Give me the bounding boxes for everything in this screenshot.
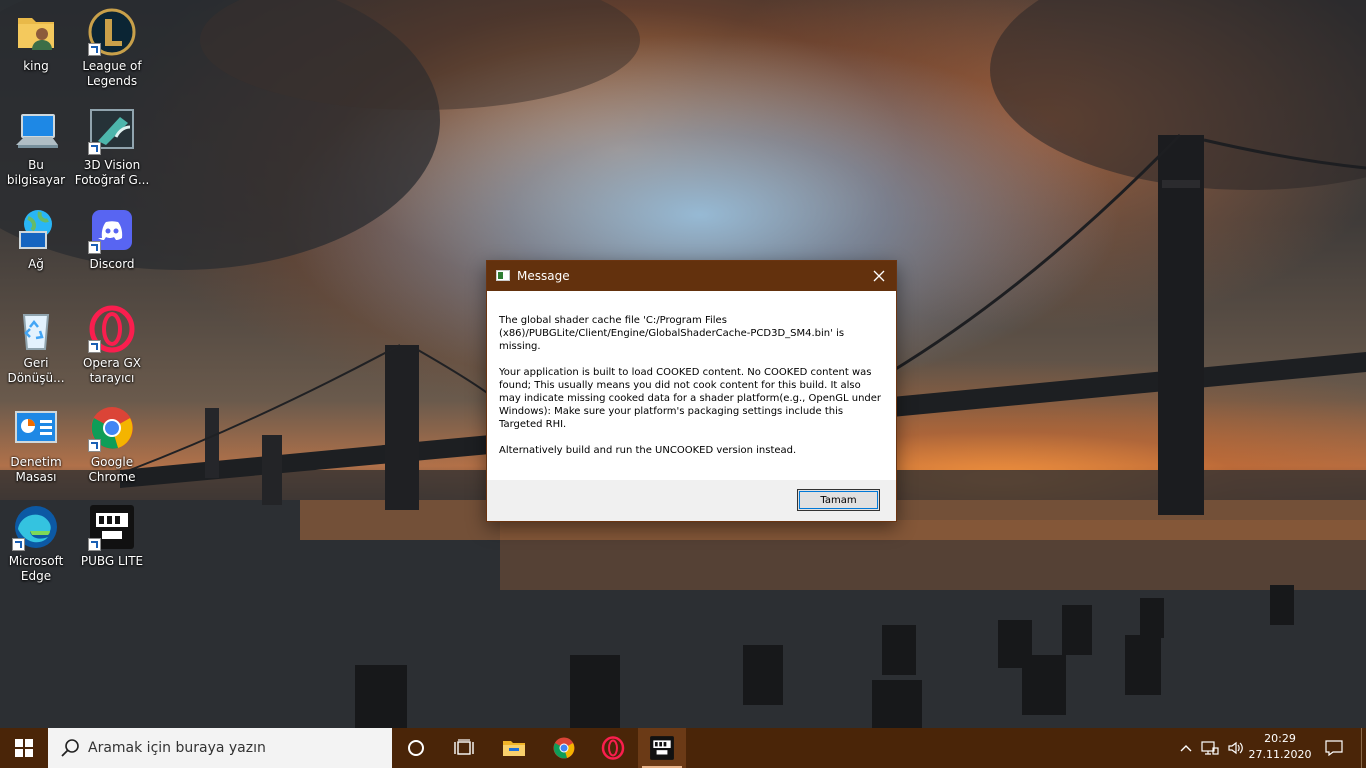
desktop-icon-discord[interactable]: Discord [74, 206, 150, 272]
desktop-icon-label: king [23, 59, 49, 73]
pubg-lite-icon [650, 736, 674, 760]
notification-icon [1325, 740, 1343, 756]
desktop-icon-label: Google Chrome [88, 455, 136, 484]
desktop-icon-recycle-bin[interactable]: Geri Dönüşü... [0, 305, 74, 386]
desktop-icon-this-pc[interactable]: Bu bilgisayar [0, 107, 74, 188]
app-window-icon [496, 270, 510, 281]
network-wired-icon [1201, 741, 1219, 755]
shortcut-arrow-icon [88, 241, 101, 254]
volume-tray-button[interactable] [1224, 728, 1248, 768]
shortcut-arrow-icon [88, 340, 101, 353]
desktop-icon-label: Opera GX tarayıcı [82, 356, 142, 385]
chevron-up-icon [1180, 745, 1192, 752]
show-hidden-icons-button[interactable] [1176, 728, 1196, 768]
desktop-icon-label: Bu bilgisayar [6, 158, 66, 187]
message-dialog: Message The global shader cache file 'C:… [486, 260, 897, 522]
desktop-icon-google-chrome[interactable]: Google Chrome [74, 404, 150, 485]
shortcut-arrow-icon [88, 439, 101, 452]
clock-date: 27.11.2020 [1248, 748, 1312, 761]
shortcut-arrow-icon [88, 538, 101, 551]
network-icon [12, 206, 60, 254]
pubg-lite-taskbar-button[interactable] [638, 728, 686, 768]
edge-icon [12, 503, 60, 551]
clock-time: 20:29 [1264, 732, 1296, 745]
shortcut-arrow-icon [88, 142, 101, 155]
desktop-icon-microsoft-edge[interactable]: Microsoft Edge [0, 503, 74, 584]
3d-vision-icon [88, 107, 136, 155]
desktop-icon-pubg-lite[interactable]: PUBG LITE [74, 503, 150, 569]
clock[interactable]: 20:29 27.11.2020 [1248, 731, 1312, 763]
control-panel-icon [12, 404, 60, 452]
message-paragraph: Your application is built to load COOKED… [499, 367, 882, 430]
desktop-icon-label: Discord [89, 257, 135, 271]
dialog-title: Message [517, 269, 570, 283]
message-paragraph: Alternatively build and run the UNCOOKED… [499, 445, 797, 456]
cortana-icon [408, 740, 424, 756]
windows-logo-icon [15, 739, 33, 757]
start-button[interactable] [0, 728, 48, 768]
message-paragraph: The global shader cache file 'C:/Program… [499, 315, 845, 352]
desktop-icon-control-panel[interactable]: Denetim Masası [0, 404, 74, 485]
file-explorer-icon [503, 741, 525, 756]
close-button[interactable] [862, 261, 896, 291]
chrome-taskbar-button[interactable] [540, 728, 588, 768]
action-center-button[interactable] [1318, 728, 1350, 768]
shortcut-arrow-icon [12, 538, 25, 551]
desktop-icon-opera-gx[interactable]: Opera GX tarayıcı [74, 305, 150, 386]
chrome-icon [88, 404, 136, 452]
network-tray-button[interactable] [1198, 728, 1222, 768]
desktop-icon-label: PUBG LITE [80, 554, 144, 568]
desktop-icon-king[interactable]: king [0, 8, 74, 74]
task-view-button[interactable] [440, 728, 488, 768]
desktop-icon-label: League of Legends [82, 59, 142, 88]
desktop-icon-league-of-legends[interactable]: League of Legends [74, 8, 150, 89]
desktop-icon-3d-vision[interactable]: 3D Vision Fotoğraf G... [74, 107, 150, 188]
desktop-icon-label: Ağ [28, 257, 44, 271]
chrome-icon [553, 737, 575, 759]
opera-gx-icon [601, 736, 625, 760]
search-placeholder: Aramak için buraya yazın [88, 740, 266, 756]
pubg-lite-icon [88, 503, 136, 551]
cortana-button[interactable] [392, 728, 440, 768]
opera-gx-icon [88, 305, 136, 353]
file-explorer-button[interactable] [490, 728, 538, 768]
shortcut-arrow-icon [88, 43, 101, 56]
taskbar: Aramak için buraya yazın 20:29 27.11.202… [0, 728, 1366, 768]
volume-icon [1228, 741, 1243, 755]
desktop-icon-label: Geri Dönüşü... [7, 356, 65, 385]
desktop-icon-network[interactable]: Ağ [0, 206, 74, 272]
desktop-icon-label: Denetim Masası [10, 455, 62, 484]
desktop-icon-label: Microsoft Edge [8, 554, 64, 583]
close-icon [873, 270, 885, 282]
search-icon [61, 739, 79, 757]
show-desktop-button[interactable] [1361, 728, 1366, 768]
league-of-legends-icon [88, 8, 136, 56]
desktop-icon-label: 3D Vision Fotoğraf G... [74, 158, 150, 187]
discord-icon [88, 206, 136, 254]
opera-gx-taskbar-button[interactable] [589, 728, 637, 768]
user-folder-icon [12, 8, 60, 56]
this-pc-icon [12, 107, 60, 155]
search-box[interactable]: Aramak için buraya yazın [48, 728, 392, 768]
task-view-icon [454, 739, 474, 755]
dialog-titlebar[interactable]: Message [487, 261, 896, 291]
ok-button[interactable]: Tamam [797, 489, 880, 511]
recycle-bin-icon [12, 305, 60, 353]
dialog-footer: Tamam [487, 480, 896, 521]
dialog-message: The global shader cache file 'C:/Program… [487, 291, 896, 457]
